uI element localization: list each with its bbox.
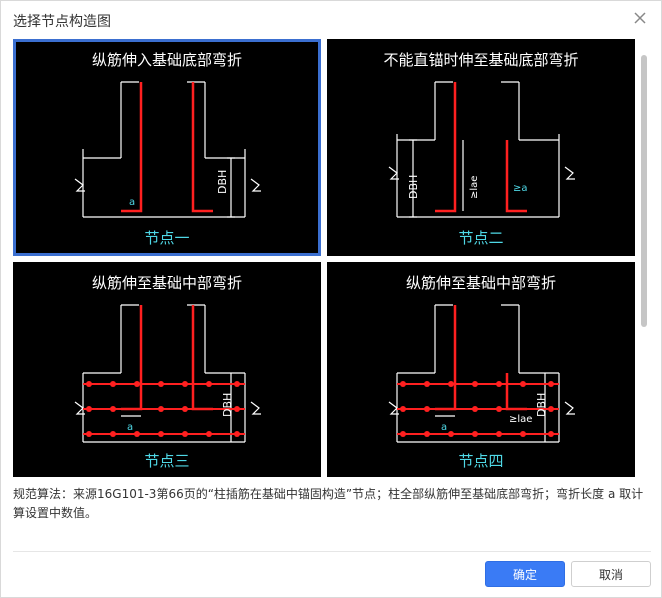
rule-description: 规范算法：来源16G101-3第66页的“柱插筋在基础中锚固构造”节点；柱全部纵… (13, 487, 644, 520)
node-card-3[interactable]: DBH a 纵筋伸至基础中部弯折 节点三 (13, 262, 321, 477)
node-1-diagram: DBH a (74, 81, 261, 218)
a-label-1: a (129, 197, 135, 208)
dbh-label-1: DBH (216, 170, 229, 194)
a-label-3: a (127, 422, 133, 433)
node-4-title: 纵筋伸至基础中部弯折 (405, 274, 556, 292)
dbh-label-2: DBH (407, 175, 420, 199)
lae-label-4: ≥lae (509, 414, 532, 425)
a-label-4: a (441, 422, 447, 433)
cancel-button[interactable]: 取消 (571, 561, 651, 587)
node-3-title: 纵筋伸至基础中部弯折 (91, 274, 242, 292)
dbh-label-4: DBH (535, 393, 548, 417)
node-card-2[interactable]: DBH ≥lae ≥a 不能直锚时伸至基础底部弯折 节点二 (327, 39, 635, 256)
node-1-title: 纵筋伸入基础底部弯折 (91, 51, 242, 69)
node-1-label: 节点一 (144, 229, 190, 247)
node-3-diagram: DBH a (74, 304, 261, 443)
node-4-diagram: DBH a ≥lae (388, 304, 575, 443)
node-2-title: 不能直锚时伸至基础底部弯折 (383, 51, 579, 69)
dbh-label-3: DBH (221, 393, 234, 417)
ok-button[interactable]: 确定 (485, 561, 565, 587)
node-card-1[interactable]: DBH a 纵筋伸入基础底部弯折 节点一 (13, 39, 321, 256)
node-4-label: 节点四 (458, 452, 504, 470)
node-3-label: 节点三 (144, 452, 190, 470)
node-gallery: DBH a 纵筋伸入基础底部弯折 节点一 DBH ≥lae ≥a 不能直锚时伸至… (13, 39, 639, 477)
scrollbar-thumb[interactable] (641, 55, 647, 327)
node-2-label: 节点二 (458, 229, 504, 247)
gallery-scrollbar[interactable] (639, 39, 649, 477)
lae-label-2: ≥lae (469, 176, 480, 199)
node-diagram-dialog: 选择节点构造图 DBH a 纵筋伸入基础底部弯折 节点一 DBH ≥lae ≥a… (0, 0, 662, 598)
dialog-title: 选择节点构造图 (13, 14, 111, 30)
node-2-diagram: DBH ≥lae ≥a (388, 81, 575, 218)
a-label-2: ≥a (513, 183, 528, 194)
close-icon[interactable] (631, 9, 649, 27)
footer-divider (13, 551, 651, 552)
node-card-4[interactable]: DBH a ≥lae 纵筋伸至基础中部弯折 节点四 (327, 262, 635, 477)
